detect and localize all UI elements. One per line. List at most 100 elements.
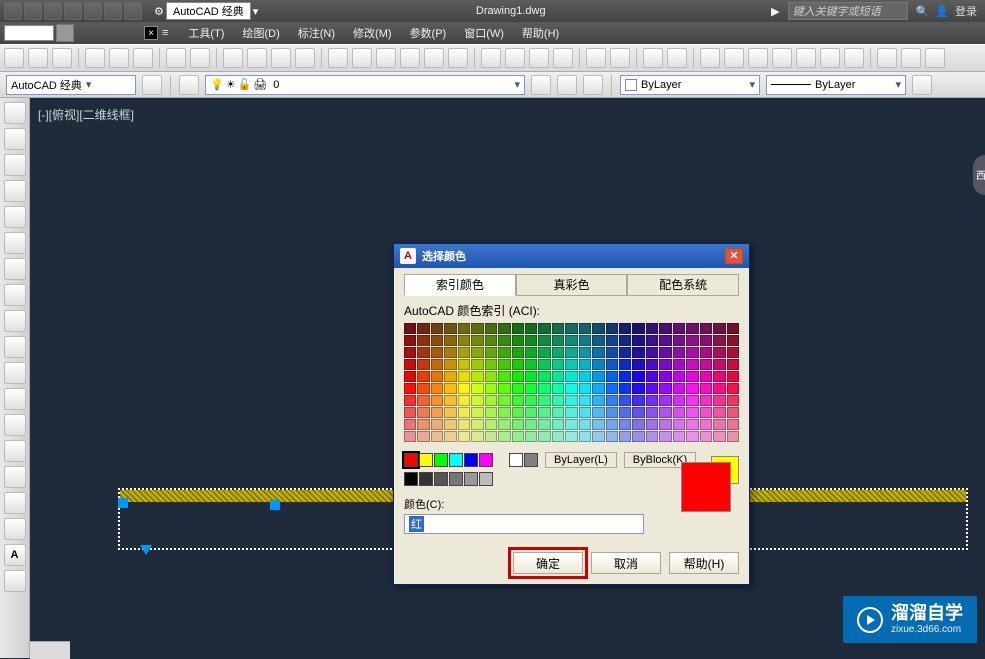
aci-color-cell[interactable] (404, 419, 416, 430)
aci-color-cell[interactable] (700, 359, 712, 370)
qat-redo-icon[interactable] (84, 2, 102, 20)
aci-color-cell[interactable] (606, 395, 618, 406)
qat-open-icon[interactable] (24, 2, 42, 20)
aci-color-cell[interactable] (417, 383, 429, 394)
aci-color-cell[interactable] (686, 419, 698, 430)
aci-color-cell[interactable] (713, 419, 725, 430)
aci-color-cell[interactable] (727, 431, 739, 442)
aci-color-cell[interactable] (673, 347, 685, 358)
gray-color-cell[interactable] (479, 472, 493, 486)
aci-color-cell[interactable] (417, 419, 429, 430)
aci-color-cell[interactable] (565, 347, 577, 358)
aci-color-cell[interactable] (565, 419, 577, 430)
aci-color-cell[interactable] (431, 383, 443, 394)
aci-color-cell[interactable] (431, 395, 443, 406)
aci-color-cell[interactable] (512, 431, 524, 442)
aci-color-cell[interactable] (552, 347, 564, 358)
tool-3d-icon[interactable] (748, 48, 768, 68)
aci-color-cell[interactable] (700, 419, 712, 430)
tool-extra2-icon[interactable] (901, 48, 921, 68)
aci-color-cell[interactable] (632, 407, 644, 418)
line-tool-icon[interactable] (4, 102, 26, 124)
tool-pan-icon[interactable] (223, 48, 243, 68)
aci-color-cell[interactable] (485, 431, 497, 442)
aci-color-cell[interactable] (686, 395, 698, 406)
aci-color-cell[interactable] (619, 395, 631, 406)
aci-color-cell[interactable] (646, 323, 658, 334)
addtext-tool-icon[interactable] (4, 570, 26, 592)
aci-color-cell[interactable] (727, 407, 739, 418)
aci-color-cell[interactable] (619, 323, 631, 334)
aci-color-cell[interactable] (727, 383, 739, 394)
aci-color-cell[interactable] (431, 335, 443, 346)
menu-dimension[interactable]: 标注(N) (298, 25, 335, 41)
aci-color-cell[interactable] (619, 383, 631, 394)
layer-manager-icon[interactable] (179, 75, 199, 95)
aci-color-cell[interactable] (727, 359, 739, 370)
aci-color-cell[interactable] (485, 407, 497, 418)
menu-parametric[interactable]: 参数(P) (410, 25, 447, 41)
tool-open-icon[interactable] (28, 48, 48, 68)
basic-color-cell[interactable] (434, 453, 448, 467)
aci-color-cell[interactable] (498, 371, 510, 382)
aci-color-cell[interactable] (417, 359, 429, 370)
aci-color-cell[interactable] (444, 383, 456, 394)
viewcube-fragment[interactable]: 西 (973, 155, 985, 195)
gray-color-cell[interactable] (464, 472, 478, 486)
aci-color-cell[interactable] (552, 407, 564, 418)
play-icon[interactable]: ▶ (771, 5, 779, 18)
aci-color-cell[interactable] (458, 323, 470, 334)
point-tool-icon[interactable] (4, 414, 26, 436)
aci-color-cell[interactable] (512, 335, 524, 346)
tool-tool-palettes-icon[interactable] (376, 48, 396, 68)
aci-color-cell[interactable] (659, 431, 671, 442)
tool-copy-icon[interactable] (109, 48, 129, 68)
aci-color-cell[interactable] (417, 371, 429, 382)
grip-handle[interactable] (118, 498, 128, 508)
aci-color-cell[interactable] (485, 359, 497, 370)
aci-color-cell[interactable] (632, 383, 644, 394)
aci-color-cell[interactable] (471, 395, 483, 406)
aci-color-cell[interactable] (525, 359, 537, 370)
aci-color-cell[interactable] (565, 395, 577, 406)
gray-color-cell[interactable] (449, 472, 463, 486)
aci-color-cell[interactable] (686, 347, 698, 358)
tool-undo-icon[interactable] (166, 48, 186, 68)
viewport-label[interactable]: [-][俯视][二维线框] (38, 106, 134, 123)
gray-color-cell[interactable] (419, 472, 433, 486)
aci-color-cell[interactable] (659, 371, 671, 382)
user-icon[interactable]: 👤 (935, 5, 949, 18)
aci-color-cell[interactable] (538, 419, 550, 430)
aci-color-cell[interactable] (458, 359, 470, 370)
aci-color-cell[interactable] (404, 431, 416, 442)
spline-tool-icon[interactable] (4, 284, 26, 306)
basic-color-cell[interactable] (419, 453, 433, 467)
tool-render-icon[interactable] (700, 48, 720, 68)
aci-color-cell[interactable] (579, 371, 591, 382)
aci-color-cell[interactable] (431, 407, 443, 418)
aci-color-cell[interactable] (525, 335, 537, 346)
aci-color-cell[interactable] (565, 323, 577, 334)
aci-color-cell[interactable] (404, 407, 416, 418)
aci-color-cell[interactable] (632, 347, 644, 358)
aci-color-cell[interactable] (713, 383, 725, 394)
aci-color-cell[interactable] (485, 371, 497, 382)
aci-color-cell[interactable] (727, 419, 739, 430)
aci-color-cell[interactable] (512, 395, 524, 406)
aci-color-cell[interactable] (471, 407, 483, 418)
tool-redo-icon[interactable] (190, 48, 210, 68)
region-tool-icon[interactable] (4, 492, 26, 514)
aci-color-cell[interactable] (498, 407, 510, 418)
aci-color-cell[interactable] (512, 419, 524, 430)
aci-color-cell[interactable] (538, 395, 550, 406)
aci-color-cell[interactable] (444, 395, 456, 406)
aci-color-cell[interactable] (498, 335, 510, 346)
menu-tools[interactable]: 工具(T) (188, 25, 224, 41)
menu-modify[interactable]: 修改(M) (353, 25, 392, 41)
revcloud-tool-icon[interactable] (4, 258, 26, 280)
aci-color-cell[interactable] (431, 323, 443, 334)
aci-color-cell[interactable] (538, 323, 550, 334)
color-input[interactable]: 红 (404, 514, 644, 534)
aci-color-cell[interactable] (485, 383, 497, 394)
aci-color-cell[interactable] (538, 347, 550, 358)
